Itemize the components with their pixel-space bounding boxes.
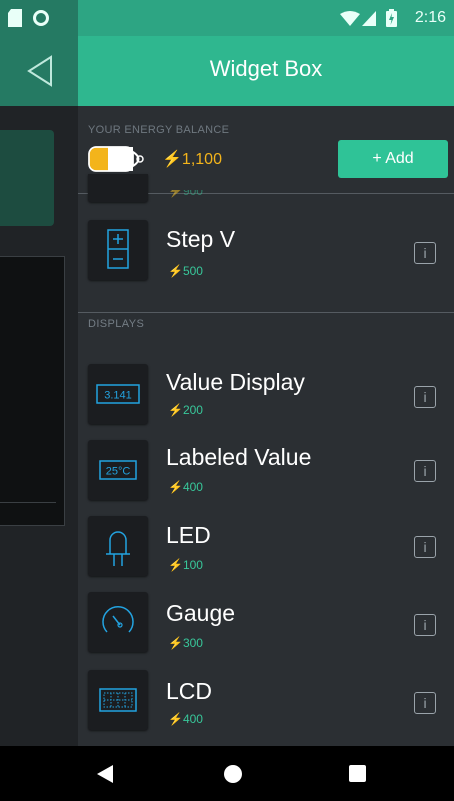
widget-cost: ⚡900 [168, 184, 203, 198]
info-icon[interactable]: i [414, 460, 436, 482]
sync-circle-icon [33, 10, 49, 26]
info-icon[interactable]: i [414, 614, 436, 636]
background-widget [0, 130, 54, 226]
widget-cost: ⚡500 [168, 264, 203, 278]
add-energy-button[interactable]: + Add [338, 140, 448, 178]
widget-cost: ⚡400 [168, 712, 203, 726]
widget-name: Gauge [166, 600, 236, 626]
widget-cost: ⚡100 [168, 558, 203, 572]
labeled-value-icon: 25°C [99, 460, 137, 480]
nav-recents-icon[interactable] [349, 765, 366, 782]
widget-cost: ⚡300 [168, 636, 203, 650]
labeled-value-icon-text: 25°C [106, 466, 131, 478]
status-bar: 2:16 [78, 0, 454, 36]
widget-tile[interactable] [88, 174, 148, 202]
gauge-tile[interactable] [88, 592, 148, 652]
lcd-tile[interactable] [88, 670, 148, 730]
sd-card-icon [8, 9, 22, 27]
nav-back-icon[interactable] [96, 765, 114, 783]
status-time: 2:16 [414, 9, 446, 26]
background-header [0, 36, 78, 106]
step-v-tile[interactable] [88, 220, 148, 280]
divider [78, 312, 454, 313]
status-bar-left [0, 0, 78, 36]
back-arrow-icon[interactable] [24, 54, 56, 88]
step-v-icon [107, 229, 129, 269]
battery-status-icon [386, 9, 397, 27]
widget-name: Step V [166, 226, 236, 252]
led-tile[interactable] [88, 516, 148, 576]
widget-box-drawer: Widget Box YOUR ENERGY BALANCE ⚡1,100 + … [78, 36, 454, 746]
value-display-icon-text: 3.141 [104, 390, 132, 402]
page-title: Widget Box [209, 56, 323, 81]
divider [0, 502, 56, 503]
widget-cost: ⚡400 [168, 480, 203, 494]
gauge-icon [102, 606, 134, 633]
cell-signal-icon [362, 11, 376, 26]
value-display-tile[interactable]: 3.141 [88, 364, 148, 424]
nav-home-icon[interactable] [224, 765, 242, 783]
energy-battery-icon [88, 146, 144, 172]
background-widget [0, 256, 65, 526]
widget-cost: ⚡200 [168, 403, 203, 417]
lcd-icon [99, 688, 137, 712]
wifi-icon [340, 11, 360, 26]
widget-name: LED [166, 522, 211, 548]
widget-name: Value Display [166, 369, 305, 395]
info-icon[interactable]: i [414, 242, 436, 264]
widget-name: LCD [166, 678, 213, 704]
section-label-displays: DISPLAYS [88, 318, 145, 330]
labeled-value-tile[interactable]: 25°C [88, 440, 148, 500]
system-nav-bar [0, 746, 454, 801]
energy-balance-label: YOUR ENERGY BALANCE [88, 124, 230, 136]
widget-name: Labeled Value [166, 444, 312, 470]
value-display-icon: 3.141 [96, 384, 140, 404]
led-icon [106, 531, 130, 566]
info-icon[interactable]: i [414, 536, 436, 558]
background-app [0, 36, 78, 746]
info-icon[interactable]: i [414, 386, 436, 408]
info-icon[interactable]: i [414, 692, 436, 714]
energy-balance-amount: ⚡1,100 [162, 151, 222, 168]
drawer-header: Widget Box [78, 36, 454, 106]
